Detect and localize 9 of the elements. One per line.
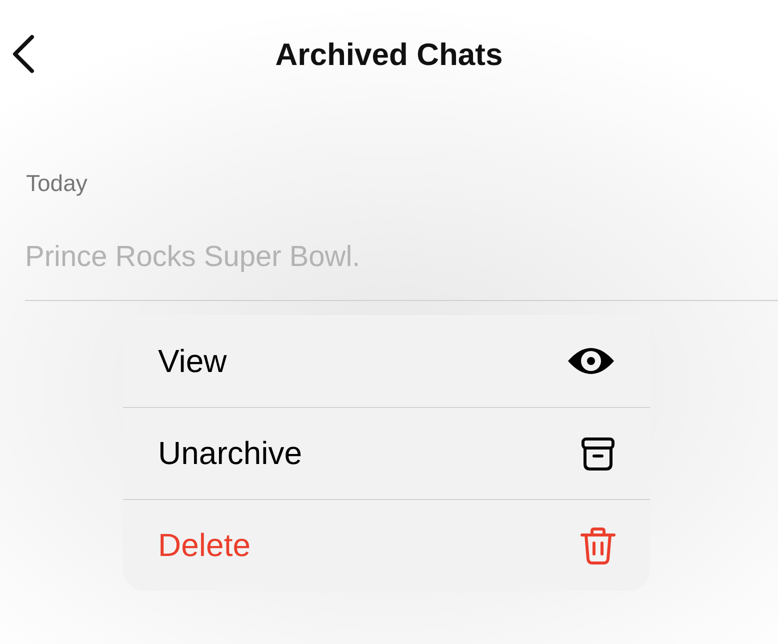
back-icon[interactable] — [10, 34, 36, 74]
eye-icon — [566, 345, 616, 377]
menu-item[interactable]: Unarchive — [123, 407, 650, 499]
box-icon — [580, 436, 616, 470]
section-label: Today — [26, 170, 88, 197]
menu-item[interactable]: View — [123, 315, 650, 407]
menu-item[interactable]: Delete — [123, 499, 650, 591]
trash-icon — [580, 526, 616, 564]
screen-title: Archived Chats — [275, 37, 503, 73]
